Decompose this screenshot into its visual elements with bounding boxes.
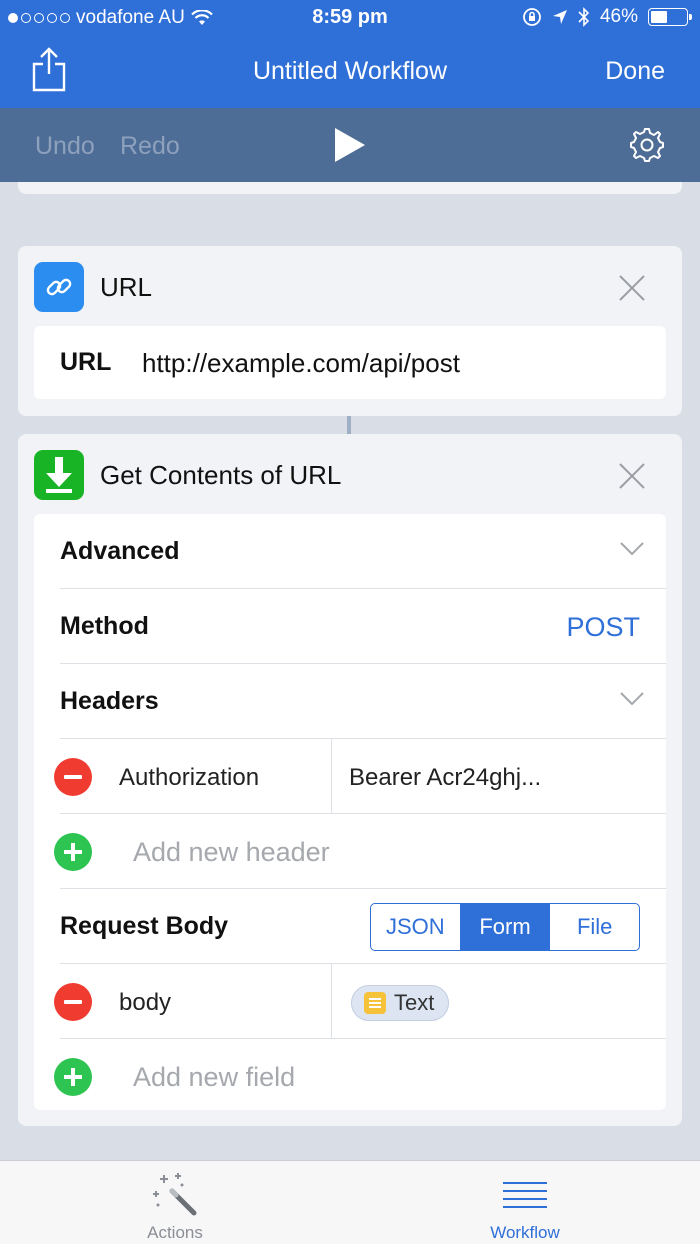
list-icon <box>503 1182 547 1208</box>
headers-label: Headers <box>60 687 159 715</box>
add-field-button[interactable] <box>54 1058 92 1096</box>
redo-button[interactable]: Redo <box>120 132 180 161</box>
body-type-segmented-control[interactable]: JSON Form File <box>370 903 640 951</box>
request-body-row: Request Body JSON Form File <box>34 889 666 964</box>
method-value[interactable]: POST <box>566 612 640 643</box>
add-header-placeholder[interactable]: Add new header <box>133 837 330 868</box>
play-icon[interactable] <box>335 128 365 162</box>
header-entry-row: Authorization Bearer Acr24ghj... <box>34 739 666 814</box>
delete-header-button[interactable] <box>54 758 92 796</box>
link-icon <box>34 262 84 312</box>
body-type-json[interactable]: JSON <box>371 904 460 950</box>
bluetooth-icon <box>578 7 590 27</box>
editor-toolbar: Undo Redo <box>0 108 700 182</box>
field-key[interactable]: body <box>119 989 171 1017</box>
delete-field-button[interactable] <box>54 983 92 1021</box>
battery-percent: 46% <box>599 6 638 27</box>
chevron-down-icon <box>620 542 644 556</box>
action-parameters: Advanced Method POST Headers Authorizati… <box>34 514 666 1110</box>
get-contents-action-card: Get Contents of URL Advanced Method POST… <box>18 434 682 1126</box>
advanced-row[interactable]: Advanced <box>34 514 666 589</box>
tab-actions[interactable]: Actions <box>100 1161 250 1244</box>
url-field[interactable]: URL http://example.com/api/post <box>34 326 666 399</box>
advanced-label: Advanced <box>60 537 180 565</box>
action-connector <box>347 416 351 434</box>
add-field-placeholder[interactable]: Add new field <box>133 1062 295 1093</box>
battery-icon <box>648 8 692 26</box>
chevron-down-icon <box>620 692 644 706</box>
text-variable-token[interactable]: Text <box>351 985 450 1021</box>
undo-button[interactable]: Undo <box>35 132 95 161</box>
navigation-bar: vodafone AU 8:59 pm 46% Untitled Workflo… <box>0 0 700 108</box>
tab-workflow[interactable]: Workflow <box>450 1161 600 1244</box>
url-field-value[interactable]: http://example.com/api/post <box>142 348 460 379</box>
page-title: Untitled Workflow <box>252 57 448 85</box>
action-title: Get Contents of URL <box>100 459 342 490</box>
add-header-row[interactable]: Add new header <box>34 814 666 889</box>
url-field-label: URL <box>60 348 112 376</box>
previous-action-card <box>18 182 682 194</box>
add-field-row[interactable]: Add new field <box>34 1039 666 1114</box>
token-label: Text <box>394 990 435 1015</box>
gear-icon[interactable] <box>629 127 665 163</box>
close-icon[interactable] <box>618 274 646 302</box>
url-action-card: URL URL http://example.com/api/post <box>18 246 682 416</box>
body-type-file[interactable]: File <box>549 904 639 950</box>
orientation-lock-icon <box>523 8 541 26</box>
action-title: URL <box>100 271 153 302</box>
tab-workflow-label: Workflow <box>490 1223 560 1242</box>
done-button[interactable]: Done <box>605 57 665 86</box>
form-field-row: body Text <box>34 964 666 1039</box>
status-bar: vodafone AU 8:59 pm 46% <box>0 0 700 36</box>
add-header-button[interactable] <box>54 833 92 871</box>
tab-bar: Actions Workflow <box>0 1160 700 1244</box>
request-body-label: Request Body <box>60 912 229 940</box>
method-row[interactable]: Method POST <box>34 589 666 664</box>
magic-wand-icon <box>153 1173 197 1216</box>
download-icon <box>34 450 84 500</box>
header-value[interactable]: Bearer Acr24ghj... <box>349 764 541 792</box>
close-icon[interactable] <box>618 462 646 490</box>
body-type-form[interactable]: Form <box>459 904 550 950</box>
method-label: Method <box>60 612 149 640</box>
header-key[interactable]: Authorization <box>119 764 259 792</box>
tab-actions-label: Actions <box>147 1223 203 1242</box>
location-icon <box>552 10 567 24</box>
headers-row[interactable]: Headers <box>34 664 666 739</box>
text-icon <box>364 992 386 1014</box>
